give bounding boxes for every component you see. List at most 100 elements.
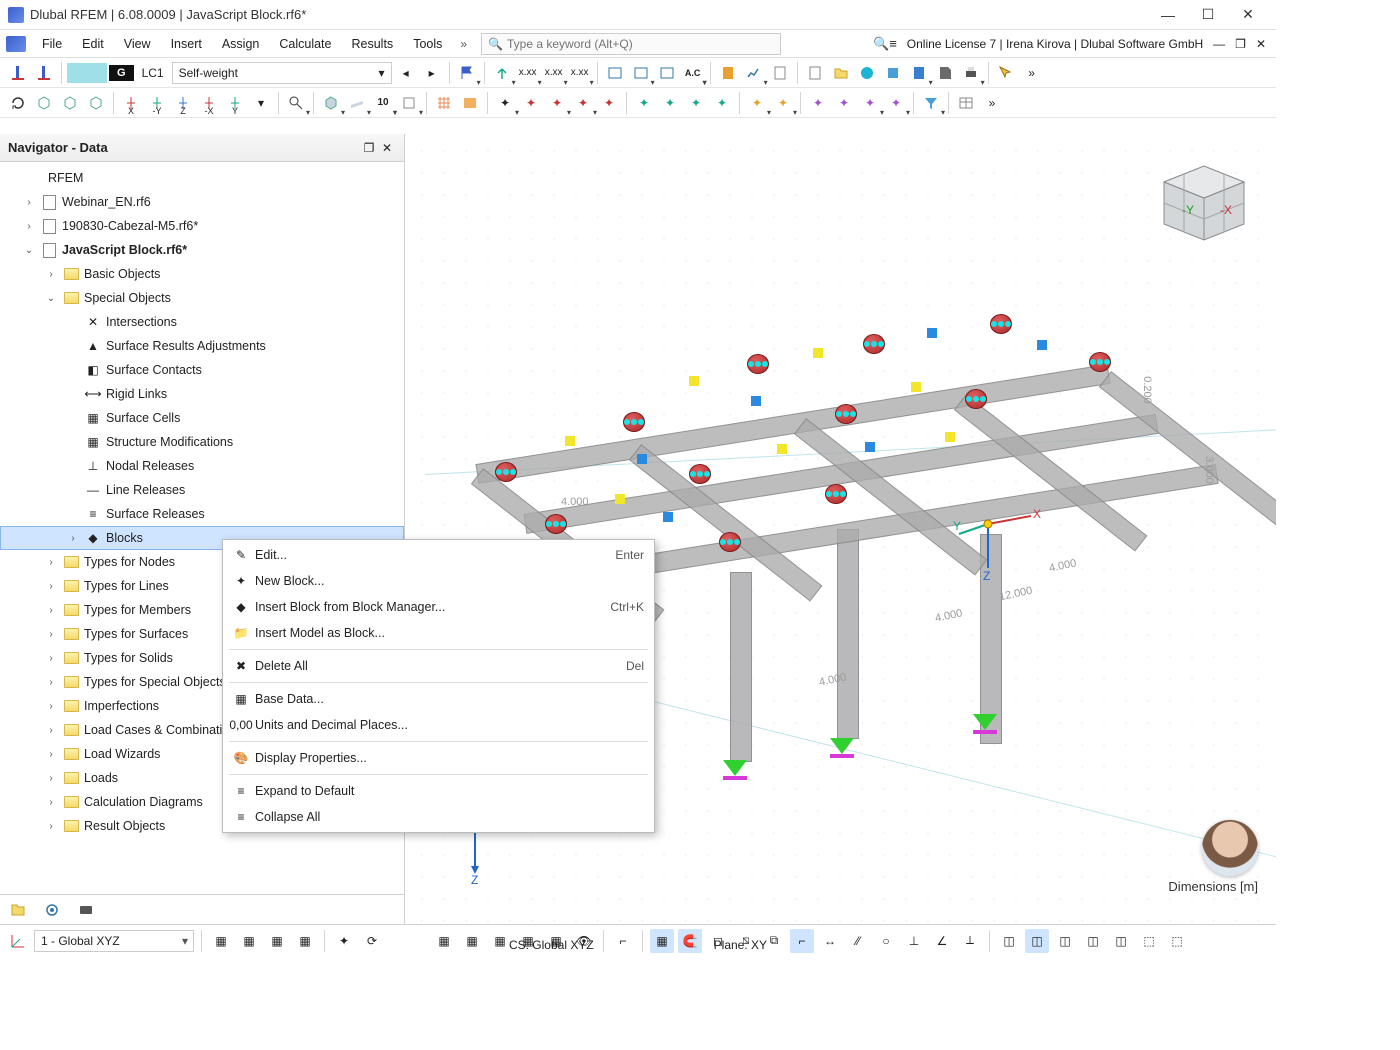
tb-g3[interactable]: ✦ (684, 91, 708, 115)
sb-ortho[interactable]: ⌐ (790, 929, 814, 953)
tb-cs[interactable]: ▾ (490, 61, 514, 85)
cm-new-block-[interactable]: ✦New Block... (223, 568, 654, 594)
tb-box2[interactable]: ▾ (629, 61, 653, 85)
sb-g7[interactable]: ⬚ (1165, 929, 1189, 953)
tb-star4[interactable]: ✦▾ (571, 91, 595, 115)
sb-g1[interactable]: ◫ (997, 929, 1021, 953)
keyword-input[interactable] (507, 37, 774, 51)
tb-script[interactable]: ▾ (907, 61, 931, 85)
tb-iso2[interactable] (58, 91, 82, 115)
tree-root[interactable]: RFEM (0, 166, 404, 190)
tb-star1[interactable]: ✦▾ (493, 91, 517, 115)
tb-report[interactable] (768, 61, 792, 85)
sb-g2[interactable]: ◫ (1025, 929, 1049, 953)
tb-p4[interactable]: ✦▾ (884, 91, 908, 115)
sb-b3[interactable]: ▦ (265, 929, 289, 953)
tb-node[interactable] (6, 61, 30, 85)
user-avatar[interactable] (1202, 820, 1258, 876)
tb-ax-nx[interactable]: -X (197, 91, 221, 115)
sb-f4[interactable]: ⊥ (902, 929, 926, 953)
tree-special-surface contacts[interactable]: ◧Surface Contacts (0, 358, 404, 382)
tb-chart[interactable]: ▾ (742, 61, 766, 85)
cm-insert-model-as-block-[interactable]: 📁Insert Model as Block... (223, 620, 654, 646)
tb-save[interactable] (933, 61, 957, 85)
tb-print[interactable]: ▾ (959, 61, 983, 85)
tb-dim2[interactable]: x.xx▾ (542, 61, 566, 85)
navigator-close[interactable]: ✕ (378, 141, 396, 155)
sb-f1[interactable]: ↔ (818, 929, 842, 953)
sb-c2[interactable]: ▦ (460, 929, 484, 953)
tb-open[interactable] (829, 61, 853, 85)
loadcase-badge[interactable]: G (109, 65, 134, 81)
tb-flag[interactable]: ▾ (455, 61, 479, 85)
sb-f2[interactable]: ⁄⁄ (846, 929, 870, 953)
menu-file[interactable]: File (32, 33, 72, 55)
cm-expand-to-default[interactable]: ≡Expand to Default (223, 778, 654, 804)
tree-file[interactable]: ›190830-Cabezal-M5.rf6* (0, 214, 404, 238)
tree-special-intersections[interactable]: ✕Intersections (0, 310, 404, 334)
tb-star2[interactable]: ✦ (519, 91, 543, 115)
tb-star5[interactable]: ✦ (597, 91, 621, 115)
menu-overflow[interactable]: » (452, 37, 475, 51)
menu-assign[interactable]: Assign (212, 33, 270, 55)
sb-b2[interactable]: ▦ (237, 929, 261, 953)
cm-insert-block-from-block-manager-[interactable]: ◆Insert Block from Block Manager...Ctrl+… (223, 594, 654, 620)
sb-g4[interactable]: ◫ (1081, 929, 1105, 953)
tree-special-line releases[interactable]: —Line Releases (0, 478, 404, 502)
tree-special-surface results adjustments[interactable]: ▲Surface Results Adjustments (0, 334, 404, 358)
tb-ax-x[interactable]: X (119, 91, 143, 115)
tree-special-nodal releases[interactable]: ⊥Nodal Releases (0, 454, 404, 478)
tb-g4[interactable]: ✦ (710, 91, 734, 115)
sb-g5[interactable]: ◫ (1109, 929, 1133, 953)
nav-tab-data[interactable] (6, 898, 30, 922)
tb-clip[interactable]: ▾ (397, 91, 421, 115)
tree-special-rigid links[interactable]: ⟷Rigid Links (0, 382, 404, 406)
sb-cs-icon[interactable] (6, 929, 30, 953)
tb-block[interactable] (881, 61, 905, 85)
keyword-search[interactable]: 🔍 (481, 33, 781, 55)
menu-calculate[interactable]: Calculate (269, 33, 341, 55)
tb-node2[interactable] (32, 61, 56, 85)
cm-units-and-decimal-places-[interactable]: 0,00Units and Decimal Places... (223, 712, 654, 738)
cm-edit-[interactable]: ✎Edit...Enter (223, 542, 654, 568)
menu-tools[interactable]: Tools (403, 33, 452, 55)
tree-special-surface releases[interactable]: ≡Surface Releases (0, 502, 404, 526)
cm-collapse-all[interactable]: ≡Collapse All (223, 804, 654, 830)
cm-delete-all[interactable]: ✖Delete AllDel (223, 653, 654, 679)
mdi-minimize[interactable]: — (1213, 37, 1225, 51)
tb-cloud[interactable] (855, 61, 879, 85)
close-button[interactable]: ✕ (1228, 1, 1268, 29)
loadcase-combo[interactable]: Self-weight▾ (172, 62, 392, 84)
tb-box3[interactable] (655, 61, 679, 85)
menu-insert[interactable]: Insert (161, 33, 212, 55)
tree-special-structure modifications[interactable]: ▦Structure Modifications (0, 430, 404, 454)
tree-special-surface cells[interactable]: ▦Surface Cells (0, 406, 404, 430)
tb-ax-y[interactable]: -Y (145, 91, 169, 115)
cm-display-properties-[interactable]: 🎨Display Properties... (223, 745, 654, 771)
tb-p1[interactable]: ✦ (806, 91, 830, 115)
menu-results[interactable]: Results (342, 33, 404, 55)
tb-render1[interactable]: ▾ (319, 91, 343, 115)
tb-p3[interactable]: ✦▾ (858, 91, 882, 115)
tb-next[interactable]: ▸ (420, 61, 444, 85)
tb-abc[interactable]: A.C▾ (681, 61, 705, 85)
app-menu-icon[interactable] (6, 36, 26, 52)
tree-special-objects[interactable]: ⌄Special Objects (0, 286, 404, 310)
tb-calc[interactable] (716, 61, 740, 85)
sb-b6[interactable]: ⟳ (360, 929, 384, 953)
tb-ax-more[interactable]: ▾ (249, 91, 273, 115)
tb-ax-py[interactable]: Y (223, 91, 247, 115)
sb-b1[interactable]: ▦ (209, 929, 233, 953)
sb-f5[interactable]: ∠ (930, 929, 954, 953)
tb-g2[interactable]: ✦ (658, 91, 682, 115)
sb-f6[interactable]: ⟂ (958, 929, 982, 953)
tb-overflow2[interactable]: » (980, 91, 1004, 115)
tb-iso[interactable] (32, 91, 56, 115)
tb-mesh2[interactable] (458, 91, 482, 115)
menu-edit[interactable]: Edit (72, 33, 114, 55)
tb-ax-z[interactable]: Z (171, 91, 195, 115)
nav-tab-views[interactable] (74, 898, 98, 922)
tb-render2[interactable]: ▾ (345, 91, 369, 115)
tree-file[interactable]: ›Webinar_EN.rf6 (0, 190, 404, 214)
tree-file-active[interactable]: ⌄JavaScript Block.rf6* (0, 238, 404, 262)
